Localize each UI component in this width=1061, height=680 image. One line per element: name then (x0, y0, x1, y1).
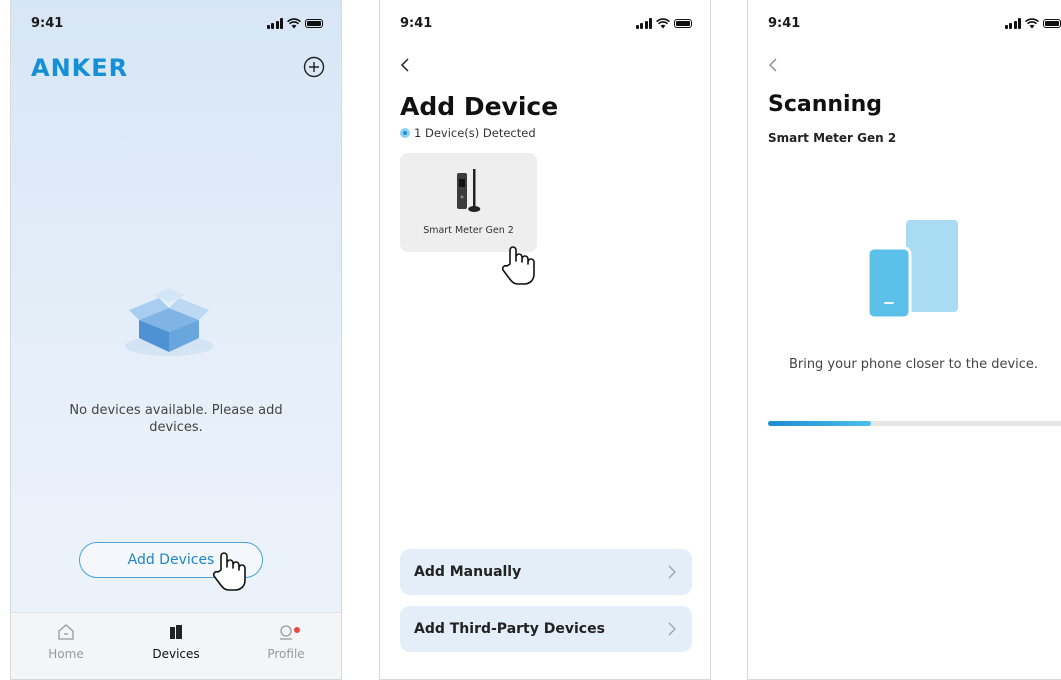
status-bar: 9:41 (400, 16, 692, 36)
tab-devices[interactable]: Devices (121, 613, 231, 679)
battery-icon (674, 19, 692, 28)
battery-icon (1043, 19, 1061, 28)
scan-progress-bar (768, 421, 1061, 426)
home-icon (58, 624, 74, 640)
add-third-party-label: Add Third-Party Devices (414, 621, 605, 637)
phone-near-device-icon (866, 220, 958, 320)
devices-screen: 9:41 ANKER No devices available. Please … (10, 0, 342, 680)
status-time: 9:41 (768, 16, 801, 31)
back-chevron-icon[interactable] (398, 57, 412, 73)
status-bar: 9:41 (31, 16, 323, 36)
empty-message: No devices available. Please add devices… (69, 403, 283, 435)
tab-profile[interactable]: Profile (231, 613, 341, 679)
status-time: 9:41 (400, 16, 433, 31)
scanning-screen: 9:41 Scanning Smart Meter Gen 2 Bring yo… (747, 0, 1061, 680)
status-time: 9:41 (31, 16, 64, 31)
tap-hand-icon (501, 246, 535, 285)
chevron-right-icon (668, 622, 676, 636)
add-third-party-row[interactable]: Add Third-Party Devices (400, 606, 692, 652)
back-chevron-icon[interactable] (766, 57, 780, 73)
tab-home-label: Home (48, 647, 84, 661)
wifi-icon (656, 18, 670, 29)
device-name: Smart Meter Gen 2 (423, 225, 514, 236)
scan-progress-fill (768, 421, 871, 426)
scan-hint: Bring your phone closer to the device. (788, 357, 1039, 372)
add-plus-icon[interactable] (303, 56, 325, 78)
signal-icon (635, 18, 652, 29)
profile-icon (280, 625, 292, 640)
notification-badge (294, 627, 301, 633)
scanning-dot-icon (400, 128, 410, 138)
devices-icon (170, 625, 182, 639)
tap-hand-icon (212, 552, 246, 591)
page-title: Add Device (400, 92, 559, 121)
detected-count: 1 Device(s) Detected (414, 126, 536, 140)
tab-devices-label: Devices (152, 647, 200, 661)
add-device-screen: 9:41 Add Device 1 Device(s) Detected Sma… (379, 0, 711, 680)
tab-home[interactable]: Home (11, 613, 121, 679)
add-manually-label: Add Manually (414, 564, 522, 580)
wifi-icon (1025, 18, 1039, 29)
smart-meter-icon (457, 169, 481, 212)
status-bar: 9:41 (768, 16, 1061, 36)
tab-bar: Home Devices Profile (11, 612, 341, 679)
device-card[interactable]: Smart Meter Gen 2 (400, 153, 537, 252)
tab-profile-label: Profile (267, 647, 305, 661)
detected-status: 1 Device(s) Detected (400, 126, 536, 140)
signal-icon (1004, 18, 1021, 29)
page-title: Scanning (768, 92, 883, 117)
wifi-icon (287, 18, 301, 29)
device-subtitle: Smart Meter Gen 2 (768, 131, 897, 145)
signal-icon (266, 18, 283, 29)
empty-box-icon (125, 288, 213, 356)
chevron-right-icon (668, 565, 676, 579)
add-manually-row[interactable]: Add Manually (400, 549, 692, 595)
battery-icon (305, 19, 323, 28)
anker-logo: ANKER (31, 54, 129, 82)
